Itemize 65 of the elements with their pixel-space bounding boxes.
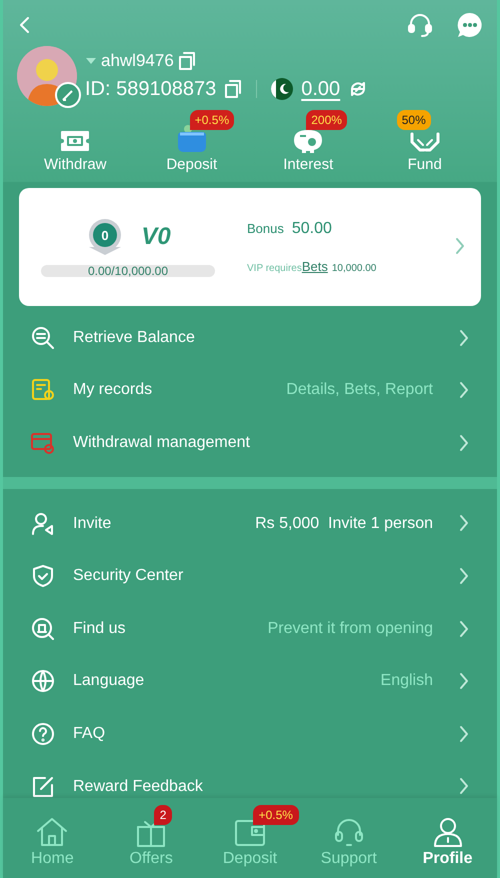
- chevron-icon: [459, 381, 469, 400]
- chevron-icon: [459, 620, 469, 638]
- menu-item[interactable]: FAQ: [3, 708, 497, 760]
- quick-action-button[interactable]: Interest 200%: [250, 110, 366, 178]
- nav-tab[interactable]: Deposit +0.5%: [200, 805, 300, 871]
- user-id: ID: 589108873: [85, 76, 216, 102]
- notification-badge: +0.5%: [252, 805, 299, 825]
- edit-icon: [31, 774, 55, 798]
- headset-icon: [332, 817, 365, 847]
- back-icon[interactable]: [17, 15, 31, 35]
- nav-tab[interactable]: Offers 2: [102, 805, 201, 871]
- shield-icon: [31, 564, 55, 588]
- username: ahwl9476: [101, 50, 174, 72]
- copy-icon[interactable]: [224, 78, 242, 99]
- quick-action-button[interactable]: Withdraw: [17, 110, 134, 178]
- chevron-icon: [459, 724, 469, 743]
- search-building-icon: [31, 616, 55, 641]
- promo-badge: 200%: [306, 110, 347, 130]
- menu-item[interactable]: Find us Prevent it from opening: [3, 602, 497, 656]
- edit-icon[interactable]: [55, 82, 81, 108]
- dropdown-icon[interactable]: [85, 57, 97, 65]
- card-gear-icon: [31, 430, 55, 455]
- quick-action-button[interactable]: Fund 50%: [366, 110, 483, 178]
- chevron-icon: [459, 434, 469, 452]
- help-icon: [31, 722, 55, 746]
- promo-badge: +0.5%: [190, 110, 234, 130]
- nav-tab[interactable]: Home: [3, 805, 102, 871]
- bonus-label: Bonus: [247, 220, 284, 238]
- nav-tab[interactable]: Profile: [398, 805, 497, 871]
- menu-item[interactable]: Withdrawal management: [3, 416, 497, 470]
- chevron-icon: [459, 514, 469, 532]
- balance-amount: 0.00: [301, 76, 340, 102]
- menu-item[interactable]: Retrieve Balance: [3, 312, 497, 364]
- promo-badge: 50%: [396, 110, 431, 130]
- chevron-icon: [459, 566, 469, 585]
- menu-item[interactable]: My records Details, Bets, Report: [3, 364, 497, 417]
- chevron-icon: [459, 672, 469, 690]
- menu-item[interactable]: Reward Feedback: [3, 760, 497, 798]
- search-coins-icon: [31, 326, 55, 350]
- menu-item[interactable]: Security Center: [3, 550, 497, 602]
- home-icon: [36, 817, 68, 847]
- add-user-icon: [31, 512, 55, 536]
- quick-action-button[interactable]: Deposit +0.5%: [134, 110, 250, 178]
- ticket-icon: [60, 128, 90, 154]
- user-icon: [432, 817, 464, 847]
- bets-link[interactable]: Bets: [302, 256, 328, 276]
- copy-icon[interactable]: [178, 51, 196, 71]
- headset-icon[interactable]: [407, 12, 433, 38]
- flag-icon: [271, 78, 294, 100]
- document-icon: [31, 378, 55, 402]
- menu-item[interactable]: Invite Rs 5,000 Invite 1 person: [3, 497, 497, 550]
- globe-icon: [31, 669, 55, 694]
- requirement-amount: 10,000.00: [332, 262, 376, 276]
- chevron-icon: [459, 777, 469, 796]
- chat-icon[interactable]: [457, 12, 483, 38]
- notification-badge: 2: [154, 805, 172, 825]
- chevron-icon: [455, 237, 465, 256]
- requirement-label: VIP requires: [247, 262, 302, 276]
- menu-item[interactable]: Language English: [3, 655, 497, 708]
- bonus-amount: 50.00: [292, 218, 332, 239]
- chevron-icon: [459, 328, 469, 347]
- progress-text: 0.00/10,000.00: [86, 262, 170, 278]
- vip-level: V0: [141, 222, 171, 252]
- nav-tab[interactable]: Support: [299, 805, 398, 871]
- vip-card[interactable]: 0 V0 0.00/10,000.00 Bonus 50.00 VIP requiresBets 10,000.00: [19, 188, 481, 306]
